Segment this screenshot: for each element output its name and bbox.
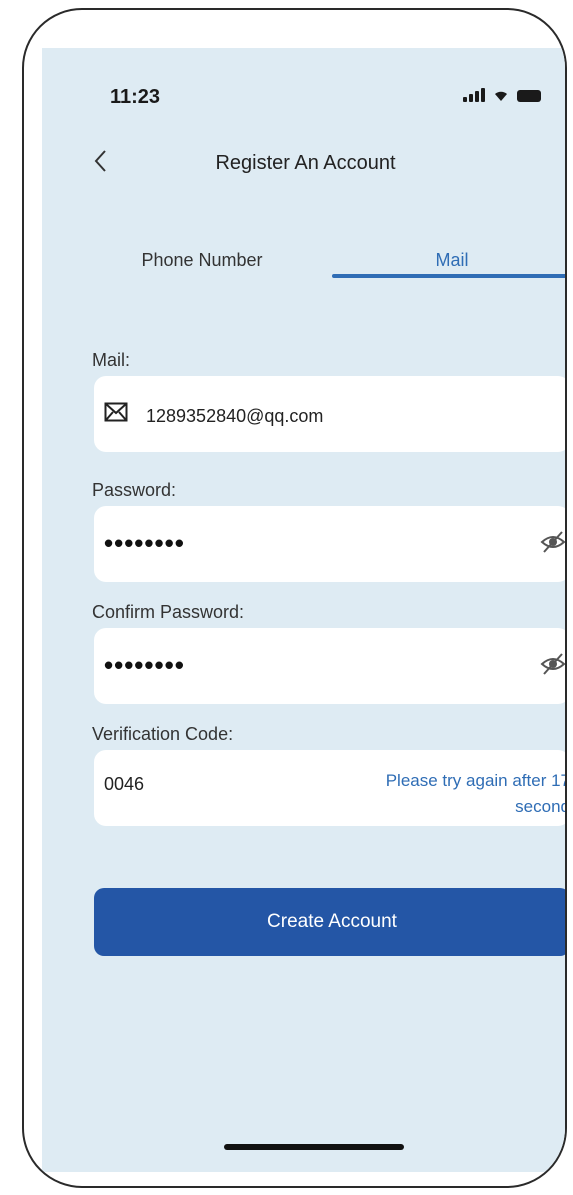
tab-phone-number[interactable]: Phone Number (102, 250, 302, 271)
password-label: Password: (92, 480, 177, 500)
status-icons (463, 88, 541, 102)
status-bar: 11:23 (42, 48, 565, 118)
mail-label: Mail: (92, 350, 131, 370)
confirm-password-label: Confirm Password: (92, 602, 245, 622)
password-value: •••••••• (104, 528, 185, 558)
status-time: 11:23 (110, 86, 161, 108)
password-field[interactable]: •••••••• (94, 506, 566, 582)
verification-code-label: Verification Code: (92, 724, 234, 744)
eye-off-icon[interactable] (540, 530, 566, 554)
mail-field[interactable]: 1289352840@qq.com (94, 376, 565, 452)
mail-value: 1289352840@qq.com (146, 406, 324, 426)
mail-icon (104, 402, 128, 422)
app-screen: 11:23 Register An Account Phone Number M… (42, 48, 567, 1172)
confirm-password-value: •••••••• (104, 650, 185, 680)
verification-code-value: 0046 (104, 774, 145, 794)
verification-code-field[interactable]: 0046 Please try again after 17 second (94, 750, 567, 826)
eye-off-icon[interactable] (540, 652, 566, 676)
home-indicator (224, 1144, 404, 1150)
signal-icon (463, 88, 485, 102)
battery-icon (517, 90, 541, 102)
active-tab-indicator (332, 274, 565, 278)
create-account-button[interactable]: Create Account (94, 888, 565, 956)
wifi-icon (495, 91, 507, 101)
resend-countdown: Please try again after 17 second (385, 771, 567, 816)
tab-mail[interactable]: Mail (332, 250, 565, 271)
confirm-password-field[interactable]: •••••••• (94, 628, 566, 704)
page-title: Register An Account (215, 152, 396, 174)
phone-frame: 11:23 Register An Account Phone Number M… (22, 8, 567, 1188)
